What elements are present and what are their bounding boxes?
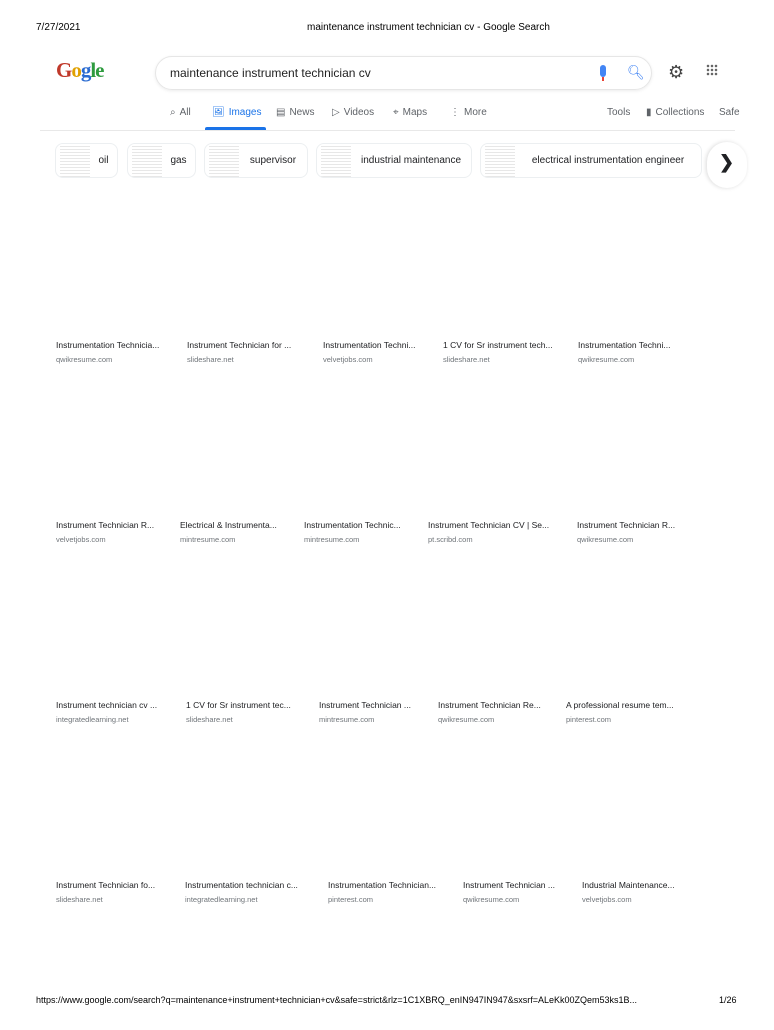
image-result[interactable]: Instrumentation Techni... qwikresume.com <box>578 340 670 364</box>
result-source[interactable]: velvetjobs.com <box>56 535 154 544</box>
result-source[interactable]: qwikresume.com <box>56 355 159 364</box>
result-source[interactable]: qwikresume.com <box>577 535 675 544</box>
result-source[interactable]: mintresume.com <box>304 535 401 544</box>
search-icon: ⌕ <box>170 107 176 118</box>
result-title[interactable]: Instrument Technician R... <box>56 520 154 530</box>
image-result[interactable]: Instrument Technician Re... qwikresume.co… <box>438 700 541 724</box>
result-title[interactable]: Instrument Technician ... <box>319 700 411 710</box>
result-title[interactable]: Instrumentation Techni... <box>578 340 670 350</box>
result-title[interactable]: Instrument Technician R... <box>577 520 675 530</box>
tab-videos[interactable]: ▷ Videos <box>332 107 374 118</box>
image-result[interactable]: Instrument Technician R... qwikresume.com <box>577 520 675 544</box>
tab-news[interactable]: ▤ News <box>276 107 314 118</box>
image-result[interactable]: Instrument Technician for ... slideshare.… <box>187 340 291 364</box>
result-source[interactable]: velvetjobs.com <box>323 355 415 364</box>
image-result[interactable]: Electrical & Instrumenta... mintresume.co… <box>180 520 277 544</box>
image-result[interactable]: Instrument Technician ... mintresume.com <box>319 700 411 724</box>
result-source[interactable]: slideshare.net <box>443 355 553 364</box>
result-source[interactable]: integratedlearning.net <box>185 895 298 904</box>
result-source[interactable]: qwikresume.com <box>463 895 555 904</box>
result-title[interactable]: Instrument Technician CV | Se... <box>428 520 549 530</box>
image-result[interactable]: Instrumentation Technician... pinterest.c… <box>328 880 436 904</box>
chip-oil[interactable]: oil <box>55 143 118 178</box>
chip-thumbnail <box>209 144 239 177</box>
search-icon[interactable]: 🔍︎ <box>627 64 645 81</box>
result-title[interactable]: Instrumentation Techni... <box>323 340 415 350</box>
result-source[interactable]: qwikresume.com <box>438 715 541 724</box>
search-input[interactable]: maintenance instrument technician cv <box>170 66 371 80</box>
result-source[interactable]: mintresume.com <box>319 715 411 724</box>
result-source[interactable]: qwikresume.com <box>578 355 670 364</box>
image-result[interactable]: Instrument technician cv ... integratedle… <box>56 700 157 724</box>
image-result[interactable]: Instrument Technician R... velvetjobs.com <box>56 520 154 544</box>
print-page-number: 1/26 <box>719 995 737 1005</box>
news-icon: ▤ <box>276 107 286 118</box>
image-icon: 🖼︎ <box>212 107 225 118</box>
video-icon: ▷ <box>332 107 340 118</box>
image-result[interactable]: Instrumentation technician c... integrate… <box>185 880 298 904</box>
result-source[interactable]: pinterest.com <box>566 715 674 724</box>
tab-maps[interactable]: ⌖ Maps <box>393 107 427 118</box>
result-title[interactable]: Instrument Technician ... <box>463 880 555 890</box>
result-title[interactable]: Instrument Technician Re... <box>438 700 541 710</box>
map-pin-icon: ⌖ <box>393 107 399 118</box>
result-source[interactable]: velvetjobs.com <box>582 895 675 904</box>
google-doodle-logo[interactable]: Gogle <box>56 58 105 83</box>
result-source[interactable]: pinterest.com <box>328 895 436 904</box>
search-box[interactable]: maintenance instrument technician cv 🔍︎ <box>155 56 652 90</box>
image-result[interactable]: Instrument Technician fo... slideshare.ne… <box>56 880 155 904</box>
result-title[interactable]: Instrumentation Technicia... <box>56 340 159 350</box>
result-title[interactable]: Electrical & Instrumenta... <box>180 520 277 530</box>
result-title[interactable]: Instrumentation Technician... <box>328 880 436 890</box>
result-title[interactable]: Instrument Technician fo... <box>56 880 155 890</box>
image-result[interactable]: Instrumentation Technicia... qwikresume.c… <box>56 340 159 364</box>
tools-button[interactable]: Tools <box>607 107 630 118</box>
print-url: https://www.google.com/search?q=maintena… <box>36 995 638 1005</box>
image-result[interactable]: A professional resume tem... pinterest.co… <box>566 700 674 724</box>
image-result[interactable]: 1 CV for Sr instrument tec... slideshare.… <box>186 700 291 724</box>
chip-thumbnail <box>485 144 515 177</box>
microphone-icon[interactable] <box>600 65 606 81</box>
image-result[interactable]: Instrument Technician CV | Se... pt.scrib… <box>428 520 549 544</box>
result-title[interactable]: Industrial Maintenance... <box>582 880 675 890</box>
result-title[interactable]: 1 CV for Sr instrument tec... <box>186 700 291 710</box>
result-source[interactable]: pt.scribd.com <box>428 535 549 544</box>
print-date: 7/27/2021 <box>36 22 81 33</box>
image-result[interactable]: Instrument Technician ... qwikresume.com <box>463 880 555 904</box>
result-source[interactable]: slideshare.net <box>187 355 291 364</box>
more-vert-icon: ⋮ <box>450 107 460 118</box>
chip-thumbnail <box>132 144 162 177</box>
bookmark-icon: ▮ <box>646 107 652 118</box>
chip-electrical-instrumentation-engineer[interactable]: electrical instrumentation engineer <box>480 143 702 178</box>
tab-all[interactable]: ⌕ All <box>170 107 191 118</box>
image-result[interactable]: Instrumentation Techni... velvetjobs.com <box>323 340 415 364</box>
chip-thumbnail <box>60 144 90 177</box>
safesearch-button[interactable]: Safe <box>719 107 740 118</box>
apps-grid-icon[interactable] <box>706 64 718 76</box>
tab-images[interactable]: 🖼︎ Images <box>212 107 262 118</box>
chip-industrial-maintenance[interactable]: industrial maintenance <box>316 143 472 178</box>
chip-gas[interactable]: gas <box>127 143 196 178</box>
tab-more[interactable]: ⋮ More <box>450 107 487 118</box>
result-title[interactable]: 1 CV for Sr instrument tech... <box>443 340 553 350</box>
collections-button[interactable]: ▮ Collections <box>646 107 704 118</box>
image-result[interactable]: 1 CV for Sr instrument tech... slideshare… <box>443 340 553 364</box>
chevron-right-icon[interactable]: ❯ <box>707 142 747 188</box>
result-title[interactable]: Instrument technician cv ... <box>56 700 157 710</box>
divider <box>40 130 735 131</box>
gear-icon[interactable]: ⚙ <box>668 62 684 83</box>
image-result[interactable]: Instrumentation Technic... mintresume.com <box>304 520 401 544</box>
result-title[interactable]: A professional resume tem... <box>566 700 674 710</box>
result-source[interactable]: slideshare.net <box>186 715 291 724</box>
chip-supervisor[interactable]: supervisor <box>204 143 308 178</box>
result-source[interactable]: mintresume.com <box>180 535 277 544</box>
result-source[interactable]: slideshare.net <box>56 895 155 904</box>
result-source[interactable]: integratedlearning.net <box>56 715 157 724</box>
image-result[interactable]: Industrial Maintenance... velvetjobs.com <box>582 880 675 904</box>
chip-thumbnail <box>321 144 351 177</box>
result-title[interactable]: Instrumentation Technic... <box>304 520 401 530</box>
result-title[interactable]: Instrument Technician for ... <box>187 340 291 350</box>
result-title[interactable]: Instrumentation technician c... <box>185 880 298 890</box>
print-title: maintenance instrument technician cv - G… <box>307 22 550 33</box>
